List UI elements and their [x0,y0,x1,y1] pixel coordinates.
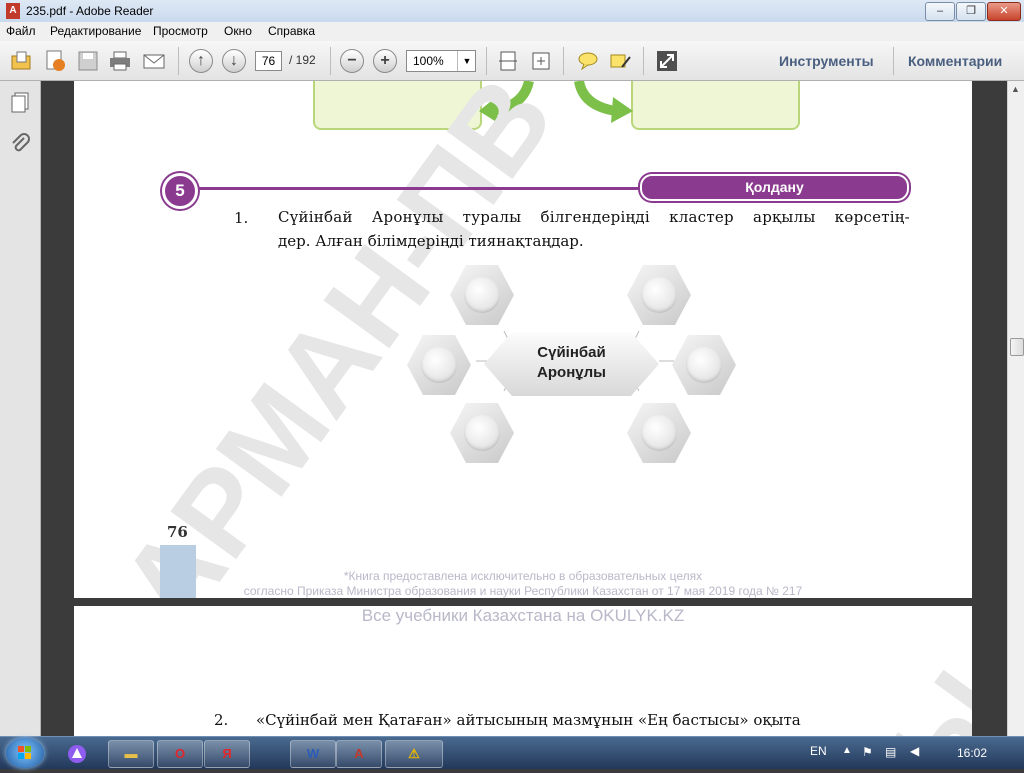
vertical-scrollbar[interactable]: ▲ [1007,81,1024,736]
page-number-input[interactable] [255,51,282,71]
section-number-badge: 5 [162,173,198,209]
toolbar: ↑ ↓ / 192 − + 100% ▼ Инструменты Коммент… [0,41,1024,81]
zoom-select[interactable]: 100% ▼ [406,50,476,72]
zoom-in-icon[interactable]: + [373,49,397,73]
cluster-center-node: Сүйінбай Аронұлы [484,332,659,396]
yandex-task[interactable]: Я [204,740,250,768]
task-text-line: Сүйінбай Аронұлы туралы білгендеріңді кл… [278,208,910,226]
explorer-task[interactable]: ▬ [108,740,154,768]
green-arrow-right-icon [574,81,633,123]
navigation-panel [0,81,41,736]
chevron-down-icon[interactable]: ▼ [457,51,476,71]
menu-window[interactable]: Окно [224,24,252,38]
page-number: 76 [167,523,188,541]
pdf-app-icon: A [6,3,20,19]
toolbar-separator [563,47,564,75]
center-title-line: Сүйінбай [537,344,606,361]
scroll-thumb[interactable] [1010,338,1024,356]
word-task[interactable]: W [290,740,336,768]
clock[interactable]: 16:02 [957,746,987,760]
next-page-icon[interactable]: ↓ [222,49,246,73]
page-thumbnails-icon[interactable] [9,91,31,118]
expand-icon[interactable] [655,49,679,73]
menu-help[interactable]: Справка [268,24,315,38]
footer-note: согласно Приказа Министра образования и … [243,584,803,598]
scroll-up-icon[interactable]: ▲ [1011,84,1020,94]
warning-task[interactable]: ⚠ [385,740,443,768]
close-button[interactable]: ✕ [987,2,1021,21]
fit-width-icon[interactable] [529,49,553,73]
task-number: 2. [214,711,229,729]
center-title-line: Аронұлы [537,364,606,381]
language-indicator[interactable]: EN [810,744,827,758]
task-text-line: дер. Алған білімдеріңді тиянақтаңдар. [278,232,584,250]
task-number: 1. [234,209,249,227]
attachment-icon[interactable] [9,133,31,160]
previous-page-icon[interactable]: ↑ [189,49,213,73]
comments-panel-button[interactable]: Комментарии [908,53,1002,69]
task-text-line: «Сүйінбай мен Қатаған» айтысының мазмұны… [256,711,801,729]
save-icon[interactable] [76,49,100,73]
section-label: Қолдану [640,174,909,201]
site-banner: Все учебники Казахстана на OKULYK.KZ [361,606,685,625]
start-button[interactable] [6,738,44,768]
show-hidden-icons-icon[interactable]: ▲ [842,745,852,756]
open-folder-icon[interactable] [9,49,33,73]
opera-task[interactable]: O [157,740,203,768]
print-icon[interactable] [108,49,132,73]
highlight-icon[interactable] [608,49,632,73]
fit-page-icon[interactable] [496,49,520,73]
diagram-box [631,81,800,130]
taskbar: ▬ O Я W A ⚠ EN ▲ ⚑ ▤ ◀ 16:02 [0,736,1024,769]
menu-bar: Файл Редактирование Просмотр Окно Справк… [0,22,1024,42]
title-bar: A 235.pdf - Adobe Reader ‒ ❐ ✕ [0,0,1024,23]
toolbar-separator [643,47,644,75]
window-title: 235.pdf - Adobe Reader [26,4,154,18]
adobe-reader-task[interactable]: A [336,740,382,768]
email-icon[interactable] [142,49,166,73]
maximize-button[interactable]: ❐ [956,2,986,21]
pdf-page: АРМАН-ПВ 5 Қолдану 1. Сүйінбай Аронұлы т… [74,81,972,598]
comment-icon[interactable] [576,49,600,73]
menu-edit[interactable]: Редактирование [50,24,141,38]
toolbar-separator [178,47,179,75]
volume-icon[interactable]: ◀ [910,744,919,758]
menu-view[interactable]: Просмотр [153,24,208,38]
network-icon[interactable]: ▤ [885,745,896,759]
page-total: / 192 [289,53,316,67]
create-pdf-icon[interactable] [43,49,67,73]
toolbar-separator [330,47,331,75]
toolbar-separator [893,47,894,75]
flag-icon[interactable]: ⚑ [862,745,873,759]
zoom-value: 100% [413,54,444,68]
minimize-button[interactable]: ‒ [925,2,955,21]
browser-icon[interactable] [65,742,89,766]
footer-note: *Книга предоставлена исключительно в обр… [343,569,703,583]
tools-panel-button[interactable]: Инструменты [779,53,874,69]
menu-file[interactable]: Файл [6,24,36,38]
toolbar-separator [486,47,487,75]
zoom-out-icon[interactable]: − [340,49,364,73]
